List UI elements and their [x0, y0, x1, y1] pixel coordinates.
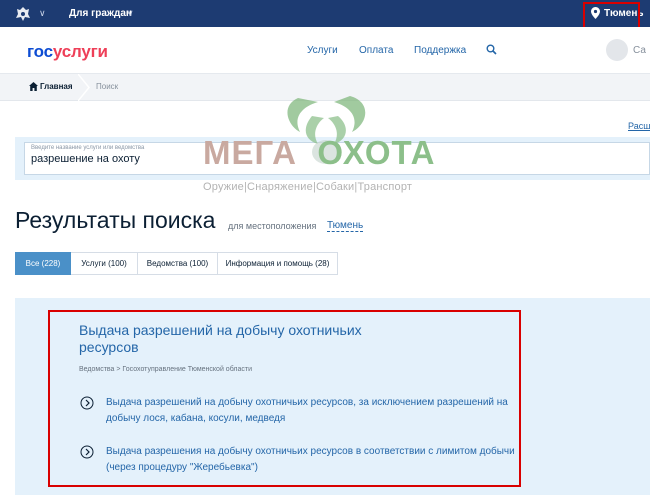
search-icon[interactable]	[486, 44, 497, 55]
tab-departments[interactable]: Ведомства (100)	[138, 252, 218, 275]
search-hint: Введите название услуги или ведомства	[31, 145, 145, 151]
result-tabs: Все (228) Услуги (100) Ведомства (100) И…	[15, 252, 338, 275]
chevron-down-icon[interactable]: ∨	[127, 8, 134, 19]
citizens-menu[interactable]: Для граждан	[69, 8, 132, 19]
avatar[interactable]	[606, 39, 628, 61]
results-location-label: для местоположения	[228, 221, 317, 231]
top-bar: ∨ Для граждан ∨ Тюмень	[0, 0, 650, 27]
breadcrumb-current: Поиск	[96, 82, 119, 91]
results-location-link[interactable]: Тюмень	[327, 220, 364, 232]
nav-services[interactable]: Услуги	[307, 45, 338, 56]
chevron-down-icon[interactable]: ∨	[39, 8, 46, 19]
tab-all[interactable]: Все (228)	[15, 252, 71, 275]
nav-support[interactable]: Поддержка	[414, 45, 466, 56]
tab-services[interactable]: Услуги (100)	[71, 252, 138, 275]
extended-search-link[interactable]: Расш	[628, 121, 650, 131]
search-value[interactable]: разрешение на охоту	[31, 153, 140, 165]
emblem-icon[interactable]	[14, 5, 32, 23]
breadcrumb-home[interactable]: Главная	[40, 82, 73, 91]
user-name[interactable]: Са	[633, 45, 646, 56]
page-title: Результаты поиска	[15, 207, 216, 233]
site-header: госуслуги Услуги Оплата Поддержка Са	[0, 27, 650, 74]
watermark-title: МЕГА ОХОТА	[203, 134, 436, 171]
breadcrumb-separator	[78, 74, 90, 101]
nav-payment[interactable]: Оплата	[359, 45, 393, 56]
tab-info-help[interactable]: Информация и помощь (28)	[218, 252, 338, 275]
home-icon	[29, 82, 38, 91]
watermark-subtitle: Оружие|Снаряжение|Собаки|Транспорт	[203, 181, 413, 193]
gosuslugi-logo[interactable]: госуслуги	[27, 42, 108, 62]
highlight-box-result	[48, 310, 521, 487]
